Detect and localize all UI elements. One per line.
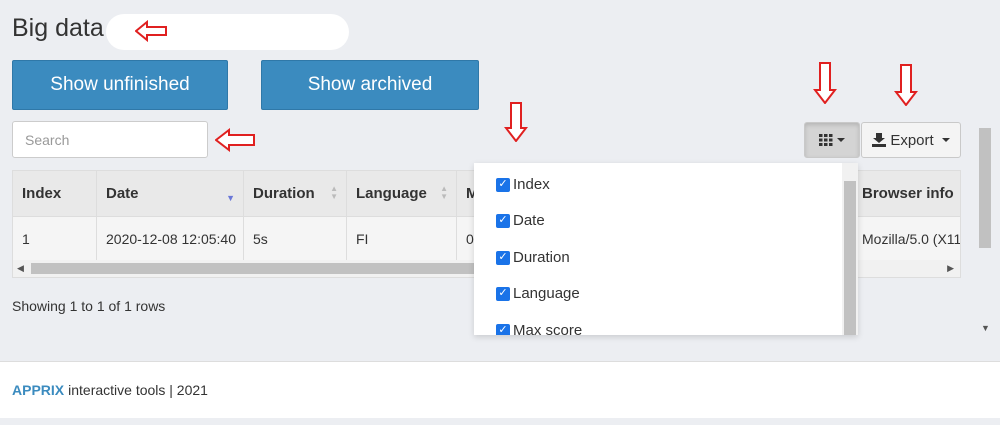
dropdown-scrollbar[interactable] [842, 163, 858, 335]
page-title: Big data [12, 14, 104, 42]
cell-duration: 5s [244, 217, 347, 260]
scroll-right-icon[interactable]: ▶ [947, 263, 954, 274]
pagination-summary: Showing 1 to 1 of 1 rows [12, 298, 166, 314]
columns-dropdown-menu: ✓ Index ✓ Date ✓ Duration ✓ Language ✓ M… [474, 163, 858, 335]
column-header-browser-info[interactable]: Browser info [853, 171, 960, 216]
footer-text: interactive tools | 2021 [68, 382, 208, 398]
export-button[interactable]: Export [861, 122, 961, 158]
dropdown-item-index[interactable]: ✓ Index [496, 176, 550, 193]
chevron-down-icon [837, 138, 845, 142]
checkbox-checked-icon[interactable]: ✓ [496, 286, 510, 301]
annotation-arrow-down-icon [894, 64, 918, 106]
column-header-index[interactable]: Index [13, 171, 97, 216]
search-input[interactable]: Search [12, 121, 208, 158]
chevron-down-icon [941, 138, 950, 142]
checkbox-checked-icon[interactable]: ✓ [496, 323, 510, 335]
scroll-down-icon[interactable]: ▼ [981, 323, 990, 333]
column-header-duration[interactable]: Duration ▲ ▼ [244, 171, 347, 216]
grid-icon [819, 134, 833, 146]
cell-date: 2020-12-08 12:05:40 [97, 217, 244, 260]
annotation-arrow-left-icon [135, 20, 167, 42]
dropdown-item-max-score[interactable]: ✓ Max score [496, 322, 582, 335]
cell-language: FI [347, 217, 457, 260]
checkbox-checked-icon[interactable]: ✓ [496, 177, 510, 192]
page-scrollbar[interactable]: ▼ [977, 110, 993, 335]
sort-icon: ▲ ▼ [440, 184, 448, 201]
sort-icon: ▲ ▼ [330, 184, 338, 201]
dropdown-item-duration[interactable]: ✓ Duration [496, 249, 570, 266]
show-unfinished-button[interactable]: Show unfinished [12, 60, 228, 110]
dropdown-item-language[interactable]: ✓ Language [496, 285, 580, 302]
cell-browser-info: Mozilla/5.0 (X11 [862, 230, 961, 247]
annotation-arrow-down-icon [504, 102, 528, 142]
dropdown-item-date[interactable]: ✓ Date [496, 212, 545, 229]
annotation-arrow-down-icon [813, 62, 837, 104]
horizontal-scroll-thumb[interactable] [31, 263, 491, 274]
annotation-arrow-left-icon [215, 128, 255, 152]
checkbox-checked-icon[interactable]: ✓ [496, 213, 510, 228]
cell-index: 1 [13, 217, 97, 260]
show-archived-button[interactable]: Show archived [261, 60, 479, 110]
checkbox-checked-icon[interactable]: ✓ [496, 250, 510, 265]
columns-toggle-button[interactable] [804, 122, 860, 158]
column-header-date[interactable]: Date ▼ [97, 171, 244, 216]
page-scroll-thumb[interactable] [979, 128, 991, 248]
sort-desc-icon: ▼ [226, 193, 235, 203]
download-icon [872, 133, 887, 147]
footer: APPRIX interactive tools | 2021 [0, 361, 1000, 418]
export-label: Export [890, 131, 934, 149]
scroll-left-icon[interactable]: ◀ [17, 263, 24, 274]
footer-brand[interactable]: APPRIX [12, 382, 64, 398]
column-header-language[interactable]: Language ▲ ▼ [347, 171, 457, 216]
dropdown-scroll-thumb[interactable] [844, 181, 856, 335]
